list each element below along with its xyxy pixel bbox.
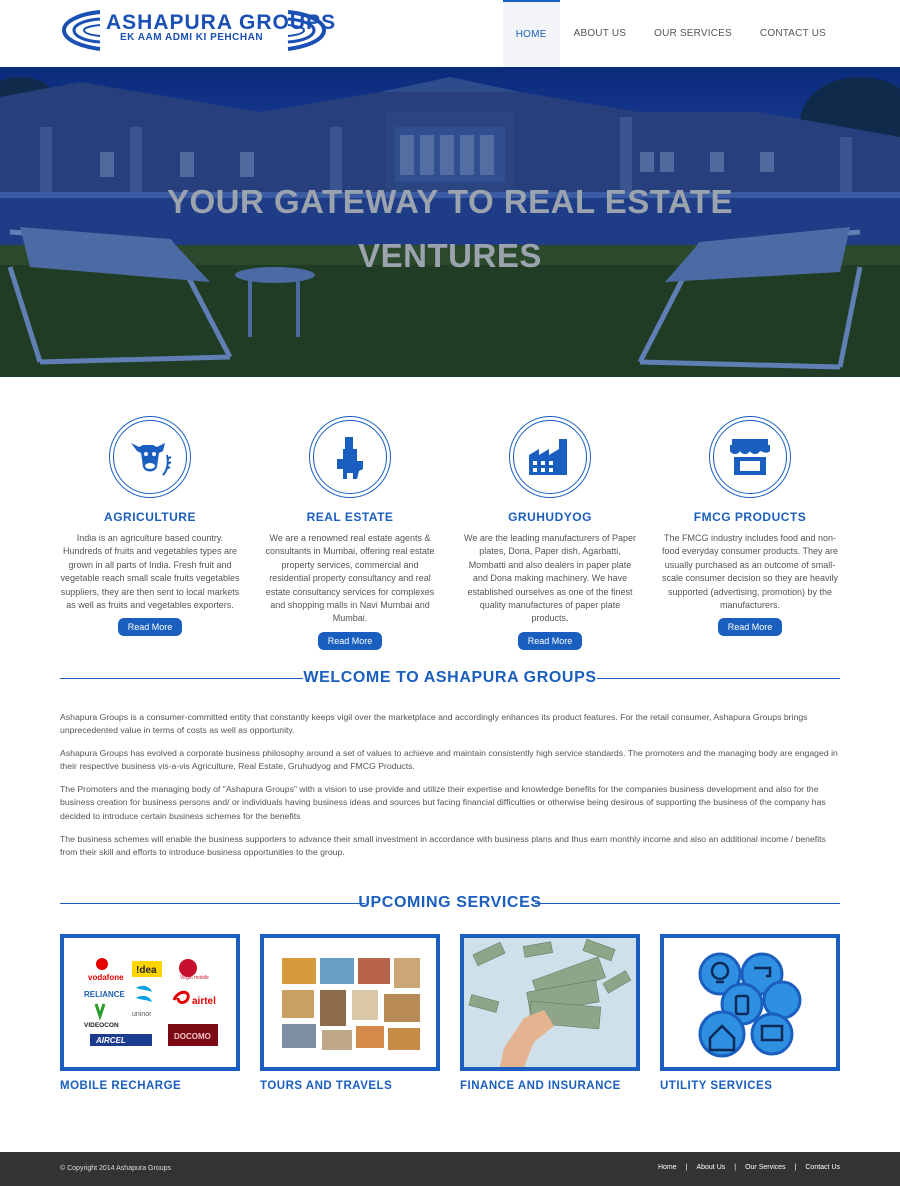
services-heading: UPCOMING SERVICES — [60, 892, 840, 914]
operator-logos-graphic: vodafone !dea Virgin mobile RELIANCE uni… — [84, 958, 218, 1046]
service-image-money — [460, 934, 640, 1071]
service-title: TOURS AND TRAVELS — [260, 1080, 393, 1092]
site-footer: © Copyright 2014 Ashapura Groups Home | … — [0, 1152, 900, 1186]
footer-link-about-us[interactable]: About Us — [696, 1164, 725, 1171]
service-image-utility-icons — [660, 934, 840, 1071]
logo-airtel: airtel — [192, 996, 216, 1007]
hero-headline-line2: VENTURES — [358, 237, 542, 274]
hero-headline-line1: YOUR GATEWAY TO REAL ESTATE — [166, 183, 734, 220]
factory-icon — [529, 439, 567, 475]
footer-link-our-services[interactable]: Our Services — [745, 1164, 785, 1171]
service-image-travel-collage — [260, 934, 440, 1071]
service-image-mobile-operators: vodafone !dea Virgin mobile RELIANCE uni… — [60, 934, 240, 1071]
footer-link-home[interactable]: Home — [658, 1164, 677, 1171]
site-header: ASHAPURA GROUPS EK AAM ADMI KI PEHCHAN H… — [0, 0, 900, 67]
feature-icon-ring — [109, 416, 191, 498]
feature-fmcg-products: FMCG PRODUCTS The FMCG industry includes… — [660, 416, 840, 637]
feature-icon-ring — [509, 416, 591, 498]
logo-vodafone: vodafone — [88, 973, 124, 982]
logo-swoosh-left-icon — [61, 10, 101, 51]
read-more-button[interactable]: Read More — [717, 618, 783, 637]
service-title: FINANCE AND INSURANCE — [460, 1080, 621, 1092]
feature-icon-ring — [309, 416, 391, 498]
utility-icons-graphic — [698, 952, 802, 1058]
feature-gruhudyog: GRUHUDYOG We are the leading manufacture… — [460, 416, 640, 650]
service-title: MOBILE RECHARGE — [60, 1080, 182, 1092]
welcome-paragraph: Ashapura Groups is a consumer-committed … — [60, 712, 808, 736]
building-icon — [337, 437, 363, 479]
nav-our-services[interactable]: OUR SERVICES — [640, 0, 746, 67]
service-tours-and-travels[interactable]: TOURS AND TRAVELS — [260, 934, 440, 1092]
feature-description: India is an agriculture based country. H… — [60, 533, 240, 611]
feature-title: AGRICULTURE — [104, 510, 196, 524]
service-mobile-recharge[interactable]: vodafone !dea Virgin mobile RELIANCE uni… — [60, 934, 240, 1092]
feature-title: REAL ESTATE — [306, 510, 394, 524]
read-more-button[interactable]: Read More — [317, 631, 383, 650]
money-hand-illustration — [468, 938, 632, 1067]
feature-agriculture: AGRICULTURE India is an agriculture base… — [60, 416, 240, 637]
logo-uninor: uninor — [132, 1011, 152, 1018]
nav-about-us[interactable]: ABOUT US — [560, 0, 641, 67]
cow-icon — [131, 443, 172, 476]
hero-villa-illustration — [0, 77, 900, 377]
divider — [535, 903, 840, 904]
footer-separator: | — [734, 1164, 737, 1171]
service-title: UTILITY SERVICES — [660, 1080, 773, 1092]
welcome-paragraph: The Promoters and the managing body of "… — [60, 784, 826, 821]
logo-docomo: DOCOMO — [174, 1032, 211, 1041]
logo-idea: !dea — [136, 965, 157, 976]
welcome-body: Ashapura Groups is a consumer-committed … — [60, 711, 840, 869]
footer-link-contact-us[interactable]: Contact Us — [805, 1164, 840, 1171]
main-nav: HOME ABOUT US OUR SERVICES CONTACT US — [502, 0, 840, 67]
nav-contact-us[interactable]: CONTACT US — [746, 0, 840, 67]
feature-description: The FMCG industry includes food and non-… — [661, 533, 839, 611]
logo[interactable]: ASHAPURA GROUPS EK AAM ADMI KI PEHCHAN — [60, 8, 335, 53]
feature-title: GRUHUDYOG — [508, 510, 592, 524]
logo-reliance: RELIANCE — [84, 990, 126, 999]
read-more-button[interactable]: Read More — [117, 618, 183, 637]
copyright-text: © Copyright 2014 Ashapura Groups — [60, 1165, 172, 1172]
footer-separator: | — [794, 1164, 797, 1171]
logo-videocon: VIDEOCON — [84, 1022, 119, 1029]
nav-home[interactable]: HOME — [502, 0, 560, 67]
divider — [597, 678, 840, 679]
logo-tagline: EK AAM ADMI KI PEHCHAN — [120, 32, 264, 43]
logo-swoosh-right-icon — [287, 10, 327, 51]
travel-photo-collage — [282, 958, 420, 1050]
feature-icon-ring — [709, 416, 791, 498]
feature-description: We are the leading manufacturers of Pape… — [464, 533, 636, 624]
service-finance-and-insurance[interactable]: FINANCE AND INSURANCE — [460, 934, 640, 1092]
service-utility-services[interactable]: UTILITY SERVICES — [660, 934, 840, 1092]
feature-real-estate: REAL ESTATE We are a renowned real estat… — [260, 416, 440, 650]
welcome-paragraph: The business schemes will enable the bus… — [60, 833, 826, 857]
store-icon — [730, 439, 770, 475]
feature-description: We are a renowned real estate agents & c… — [265, 533, 435, 624]
footer-separator: | — [685, 1164, 688, 1171]
logo-virgin-mobile: Virgin mobile — [180, 975, 209, 981]
welcome-heading: WELCOME TO ASHAPURA GROUPS — [60, 667, 840, 689]
feature-title: FMCG PRODUCTS — [693, 510, 807, 524]
footer-nav: Home | About Us | Our Services | Contact… — [658, 1164, 840, 1171]
welcome-paragraph: Ashapura Groups has evolved a corporate … — [60, 748, 838, 772]
hero-banner: YOUR GATEWAY TO REAL ESTATE VENTURES — [0, 67, 900, 377]
read-more-button[interactable]: Read More — [517, 631, 583, 650]
logo-aircel: AIRCEL — [95, 1036, 126, 1045]
